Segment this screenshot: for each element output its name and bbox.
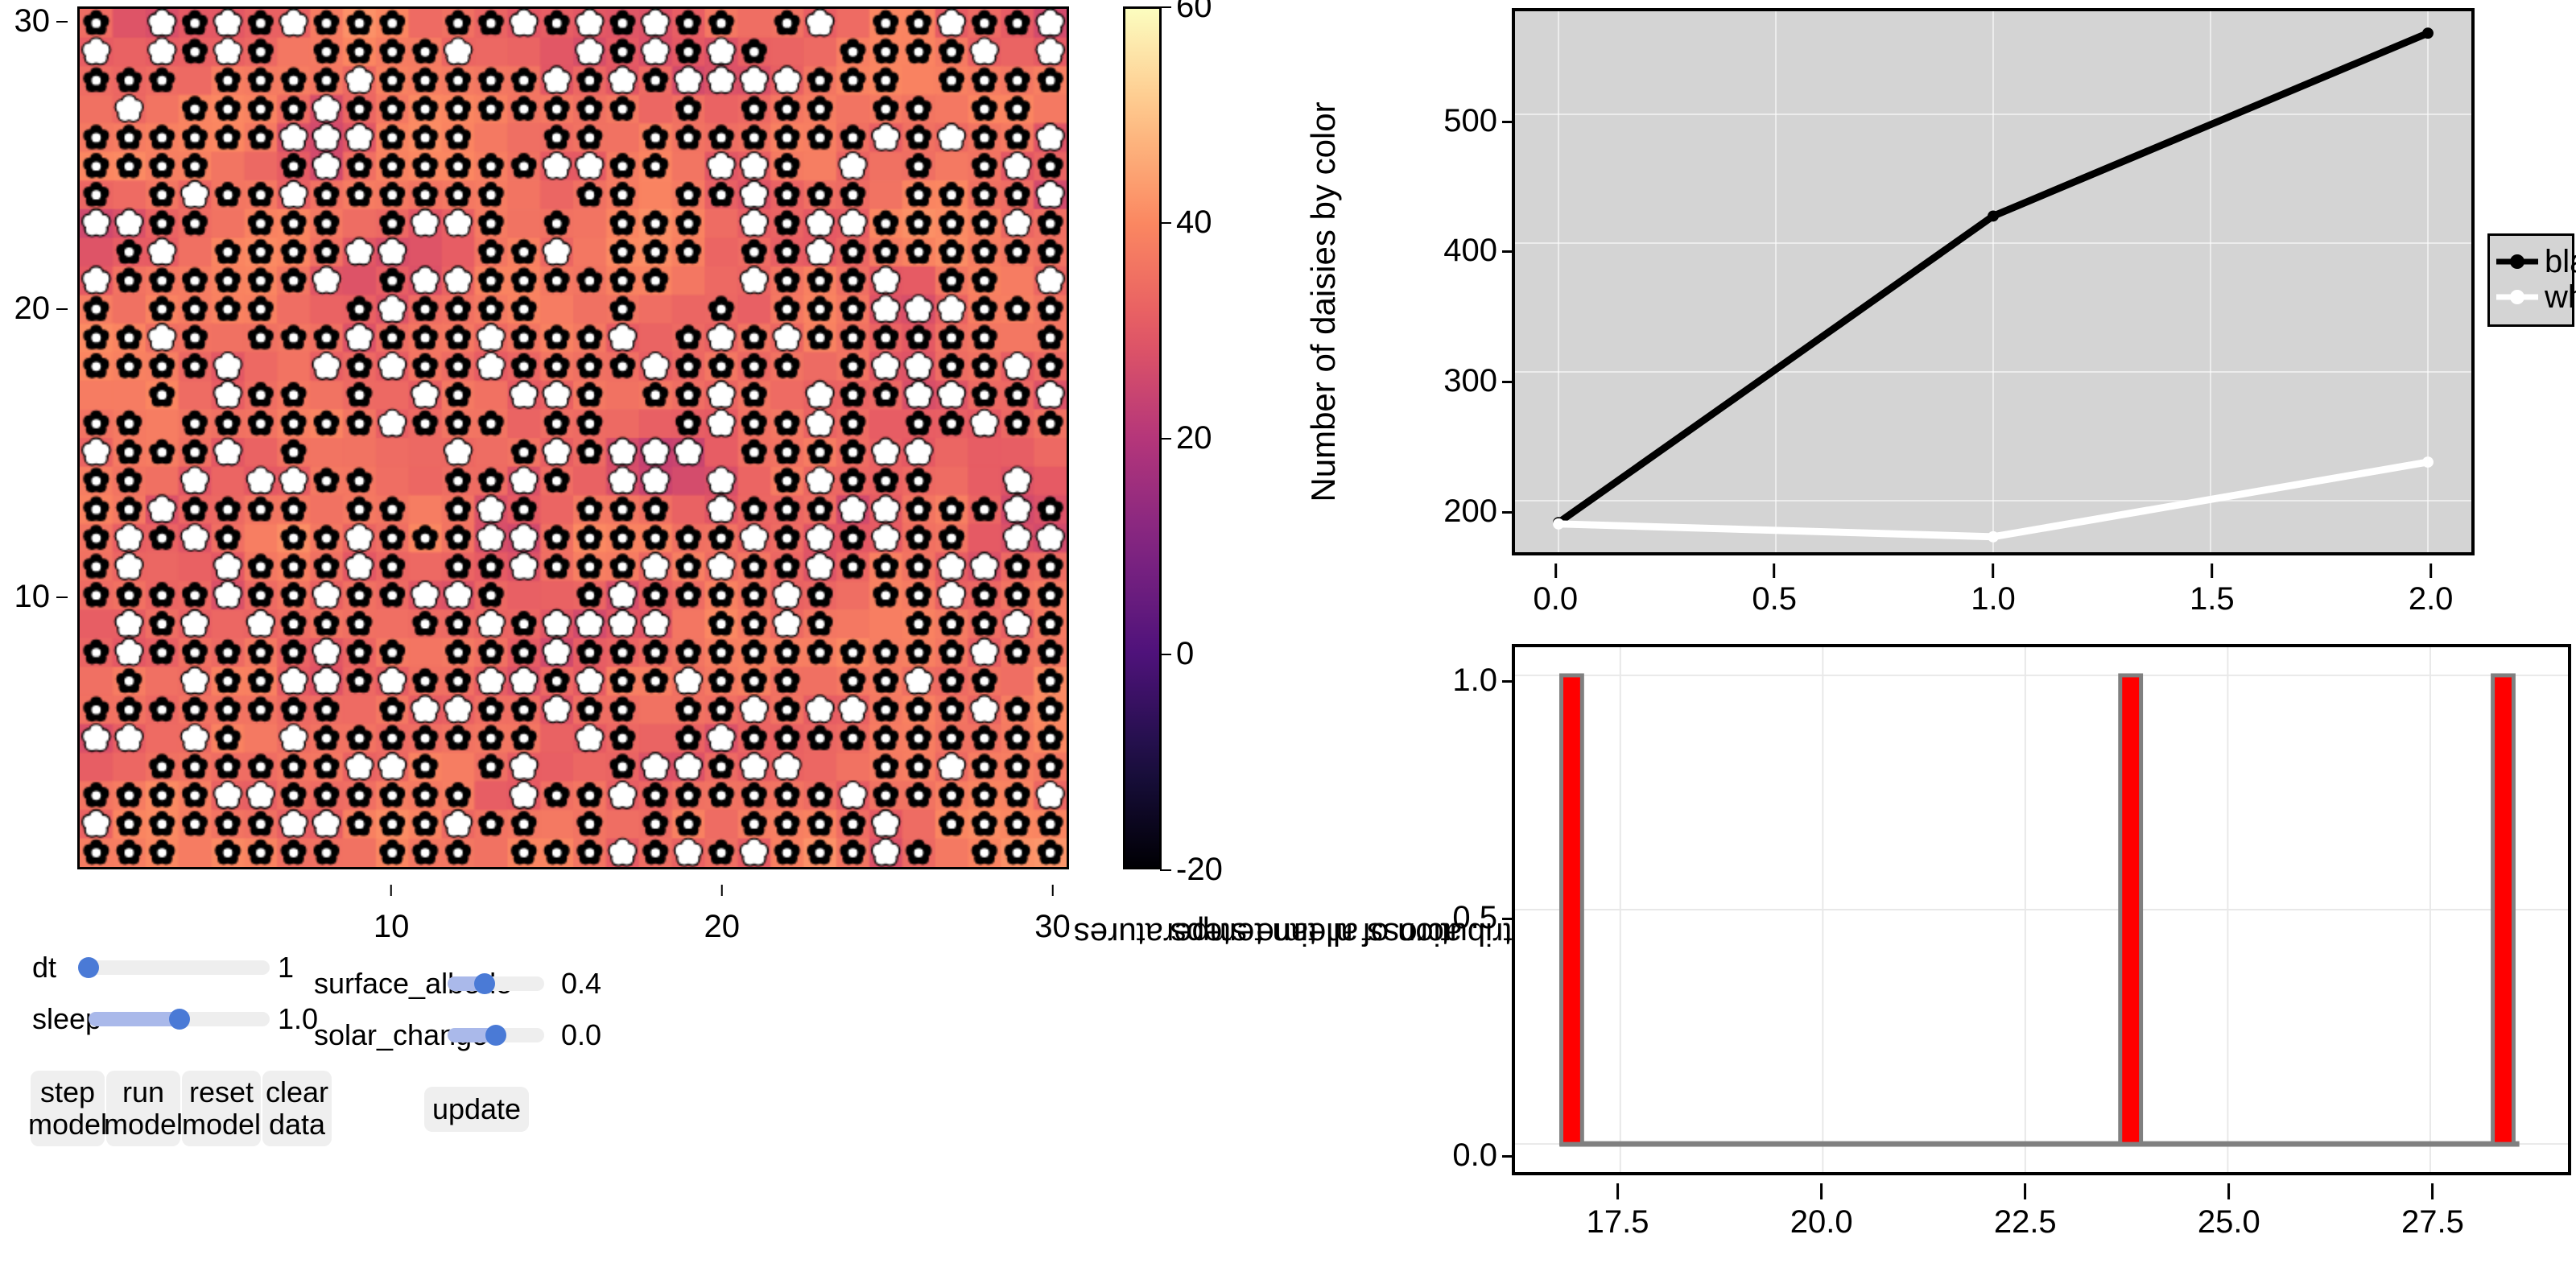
line-chart-y-ticks: 200 300 400 500 [1352,8,1512,555]
mean-temperature-histogram: Distribution of mean temperatures across … [1074,636,2576,1288]
reset-model-button-label-1: model [181,1108,262,1141]
slider-label-sleep: sleep [32,1002,102,1035]
clear-data-button[interactable]: clear data [262,1071,332,1146]
heatmap-y-tick-0: 10 [14,578,68,614]
legend-swatch-white-icon [2496,288,2538,306]
update-button[interactable]: update [424,1087,529,1132]
heatmap-y-tick-2: 30 [14,2,68,39]
line-chart-plot-area[interactable] [1512,8,2475,555]
legend-label-white: white [2545,279,2576,315]
slider-handle-sleep[interactable] [168,1009,190,1030]
slider-dt[interactable] [78,957,270,978]
colorbar-tick-labels: 60 40 20 0 -20 [1159,0,1274,886]
slider-label-solar_change: solar_change [314,1018,489,1051]
run-model-button-label-1: model [103,1108,184,1141]
slider-sleep[interactable] [89,1009,270,1030]
histogram-y-tick-1: 0.5 [1452,902,1512,934]
colorbar-tick-3: 0 [1159,636,1195,671]
step-model-button-label-1: model [27,1108,108,1141]
heatmap-x-axis: 10 20 30 [0,873,1079,943]
colorbar-tick-2: 20 [1160,420,1212,456]
slider-value-solar_change: 0.0 [561,1018,602,1051]
colorbar-tick-1: 40 [1160,204,1212,240]
slider-row-dt: dt 1 [32,950,294,985]
heatmap-y-tick-1: 20 [14,291,68,327]
histogram-x-tick-1: 20.0 [1790,1183,1853,1240]
slider-surface_albedo[interactable] [448,973,544,994]
run-model-button[interactable]: run model [103,1071,184,1146]
histogram-y-tick-2: 1.0 [1452,664,1512,696]
colorbar-tick-4: -20 [1160,852,1223,887]
line-chart-x-tick-0: 0.0 [1533,564,1579,617]
heatmap-y-axis: 10 20 30 [0,0,71,869]
update-button-label-0: update [431,1092,522,1125]
daisyworld-heatmap[interactable] [77,6,1069,869]
daisy-count-chart: Number of daisies by color 200 300 400 500 … [1288,0,2576,636]
slider-handle-dt[interactable] [78,957,99,978]
line-chart-x-tick-4: 2.0 [2408,564,2454,617]
model-controls: dt 1 sleep 1.0 surface_albedo 0.4 solar_change… [0,950,1191,1272]
histogram-x-tick-4: 27.5 [2401,1183,2464,1240]
slider-row-sleep: sleep 1.0 [32,1001,318,1037]
heatmap-x-tick-1: 20 [704,885,741,944]
legend-swatch-black-icon [2496,253,2538,270]
slider-value-sleep: 1.0 [278,1002,319,1035]
slider-handle-surface_albedo[interactable] [473,973,495,994]
line-chart-x-tick-3: 1.5 [2190,564,2235,617]
run-model-button-label-0: run [122,1075,165,1108]
histogram-svg [1515,647,2568,1172]
histogram-y-axis-label: Distribution of mean temperatures across … [1074,652,1559,1216]
daisyworld-grid-panel: 10 20 30 10 20 30 60 40 20 0 -20 dt 1 sleep 1.0 surf… [0,0,1288,1288]
line-chart-legend[interactable]: blackwhite [2487,233,2576,327]
clear-data-button-label-0: clear [265,1075,329,1108]
line-chart-y-tick-1: 300 [1443,365,1512,397]
temperature-colorbar: 60 40 20 0 -20 [1123,0,1223,886]
line-chart-y-axis-label-text: Number of daisies by color [1304,101,1342,502]
histogram-y-tick-0: 0.0 [1452,1139,1512,1171]
heatmap-x-tick-2: 30 [1034,885,1071,944]
charts-panel: Number of daisies by color 200 300 400 500 … [1074,0,2576,1288]
histogram-x-tick-3: 25.0 [2197,1183,2260,1240]
slider-row-surface_albedo: surface_albedo 0.4 [314,966,601,1001]
colorbar-tick-0: 60 [1160,0,1212,23]
line-chart-y-tick-3: 500 [1443,105,1512,137]
line-chart-y-axis-label: Number of daisies by color [1299,24,1348,580]
line-chart-x-tick-1: 0.5 [1752,564,1797,617]
line-chart-y-tick-0: 200 [1443,495,1512,527]
histogram-x-ticks: 17.5 20.0 22.5 25.0 27.5 [1512,1175,2571,1256]
step-model-button[interactable]: step model [27,1071,108,1146]
slider-value-surface_albedo: 0.4 [561,967,602,1000]
line-chart-y-tick-2: 400 [1443,234,1512,266]
histogram-y-ticks: 0.0 0.5 1.0 [1385,644,1512,1175]
clear-data-button-label-1: data [268,1108,326,1141]
slider-fill-sleep [89,1012,180,1026]
reset-model-button[interactable]: reset model [182,1071,261,1146]
colorbar-gradient [1123,6,1162,869]
histogram-plot-area[interactable] [1512,644,2571,1175]
line-chart-svg [1515,11,2471,552]
reset-model-button-label-0: reset [188,1075,254,1108]
line-chart-x-tick-2: 1.0 [1971,564,2016,617]
legend-item-black[interactable]: black [2496,244,2576,279]
slider-solar_change[interactable] [448,1025,544,1046]
slider-value-dt: 1 [278,951,295,984]
histogram-x-tick-0: 17.5 [1586,1183,1649,1240]
histogram-x-tick-2: 22.5 [1993,1183,2057,1240]
heatmap-canvas[interactable] [80,9,1067,867]
step-model-button-label-0: step [39,1075,96,1108]
line-chart-x-ticks: 0.0 0.5 1.0 1.5 2.0 [1512,555,2475,628]
slider-row-solar_change: solar_change 0.0 [314,1018,601,1053]
slider-handle-solar_change[interactable] [485,1025,506,1046]
legend-item-white[interactable]: white [2496,279,2576,315]
heatmap-x-tick-0: 10 [373,885,410,944]
legend-label-black: black [2545,244,2576,279]
slider-label-surface_albedo: surface_albedo [314,967,513,1000]
